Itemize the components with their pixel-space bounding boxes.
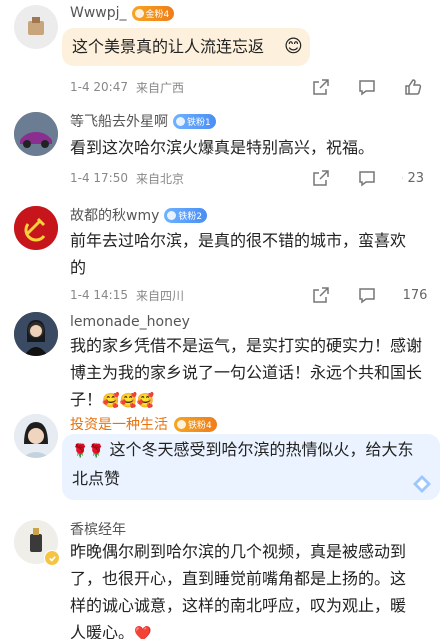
comment-location: 来自北京: [136, 171, 185, 186]
fan-badge-icon: [177, 419, 186, 429]
comment-text: 看到这次哈尔滨火爆真是特别高兴，祝福。: [70, 138, 375, 157]
bubble-emoji: 😊: [284, 36, 303, 57]
like-button[interactable]: 176: [402, 284, 428, 306]
fan-badge: 金粉4: [131, 5, 175, 21]
comment-button[interactable]: [356, 284, 378, 306]
comment-item: 投资是一种生活 铁粉4 🌹🌹 这个冬天感受到哈尔滨的热情似火，给大东北点赞: [0, 412, 441, 508]
username[interactable]: 香槟经年: [70, 519, 126, 539]
comment-time: 1-4 17:50: [70, 171, 128, 185]
like-count: 23: [407, 170, 424, 186]
avatar[interactable]: [14, 312, 58, 356]
comment-actions: [286, 76, 424, 98]
username-row: 投资是一种生活 铁粉4: [70, 414, 217, 434]
username[interactable]: lemonade_honey: [70, 314, 190, 330]
comment-item: lemonade_honey 我的家乡凭借不是运气，是实打实的硬实力！感谢博主为…: [0, 310, 441, 412]
share-icon: [313, 287, 329, 303]
username-row: lemonade_honey: [70, 312, 190, 332]
username-row: 等飞船去外星啊 铁粉1: [70, 111, 216, 131]
like-button[interactable]: [402, 76, 424, 98]
share-icon: [313, 170, 329, 186]
comment-item: Wwwpj_ 金粉4 这个美景真的让人流连忘返 😊 1-4 20:47 来自广西: [0, 0, 441, 110]
fan-badge: 铁粉4: [174, 416, 217, 432]
verified-badge-icon: [44, 550, 60, 566]
avatar[interactable]: [14, 414, 58, 458]
comment-button[interactable]: [356, 76, 378, 98]
comment-button[interactable]: [356, 167, 378, 189]
comment-item: 等飞船去外星啊 铁粉1 看到这次哈尔滨火爆真是特别高兴，祝福。 1-4 17:5…: [0, 110, 441, 202]
comment-time: 1-4 20:47: [70, 80, 128, 94]
like-count: 176: [402, 287, 428, 303]
comment-location: 来自四川: [136, 288, 185, 303]
share-button[interactable]: [310, 76, 332, 98]
share-button[interactable]: [310, 167, 332, 189]
heart-emoji: ❤️: [134, 626, 152, 639]
share-icon: [313, 79, 329, 95]
username[interactable]: 等飞船去外星啊: [70, 111, 168, 131]
comment-time: 1-4 14:15: [70, 288, 128, 302]
thumbs-up-icon: [405, 79, 422, 95]
fan-badge-icon: [176, 116, 185, 126]
comment-item: 故都的秋wmy 铁粉2 前年去过哈尔滨，是真的很不错的城市，蛮喜欢的 1-4 1…: [0, 202, 441, 310]
avatar[interactable]: [14, 5, 58, 49]
comment-text: 昨晚偶尔刷到哈尔滨的几个视频，真是被感动到了，也很开心，直到睡觉前嘴角都是上扬的…: [70, 538, 420, 639]
comment-text: 这个美景真的让人流连忘返: [72, 37, 265, 56]
bubble-decoration-icon: [412, 474, 432, 494]
rose-emoji: 🌹🌹: [72, 444, 105, 459]
comment-text: 前年去过哈尔滨，是真的很不错的城市，蛮喜欢的: [70, 231, 407, 277]
comment-actions: 176: [286, 284, 428, 306]
comment-item: 香槟经年 昨晚偶尔刷到哈尔滨的几个视频，真是被感动到了，也很开心，直到睡觉前嘴角…: [0, 508, 441, 639]
comment-meta: 1-4 20:47 来自广西: [70, 76, 430, 98]
emoji-group: 🥰🥰🥰: [102, 393, 155, 409]
fan-badge-icon: [134, 8, 144, 18]
username[interactable]: Wwwpj_: [70, 5, 127, 21]
comment-icon: [359, 288, 375, 304]
username-row: 香槟经年: [70, 519, 126, 539]
fan-badge: 铁粉1: [173, 113, 216, 129]
username[interactable]: 投资是一种生活: [70, 414, 168, 434]
thumbs-up-icon: [402, 177, 404, 179]
like-button[interactable]: 23: [402, 167, 424, 189]
comment-meta: 1-4 14:15 来自四川 176: [70, 284, 430, 306]
comment-meta: 1-4 17:50 来自北京 23: [70, 167, 430, 189]
comment-text: 🌹🌹 这个冬天感受到哈尔滨的热情似火，给大东北点赞: [72, 440, 414, 488]
username-row: 故都的秋wmy 铁粉2: [70, 205, 208, 225]
avatar[interactable]: [14, 112, 58, 156]
comment-icon: [359, 80, 375, 96]
comment-actions: 23: [286, 167, 424, 189]
fan-badge: 铁粉2: [164, 207, 208, 223]
comment-icon: [359, 171, 375, 187]
share-button[interactable]: [310, 284, 332, 306]
fan-badge-icon: [167, 210, 177, 220]
username[interactable]: 故都的秋wmy: [70, 205, 159, 225]
comment-text: 我的家乡凭借不是运气，是实打实的硬实力！感谢博主为我的家乡说了一句公道话！永远个…: [70, 336, 423, 409]
avatar[interactable]: [14, 206, 58, 250]
username-row: Wwwpj_ 金粉4: [70, 3, 175, 23]
comment-location: 来自广西: [136, 80, 185, 95]
